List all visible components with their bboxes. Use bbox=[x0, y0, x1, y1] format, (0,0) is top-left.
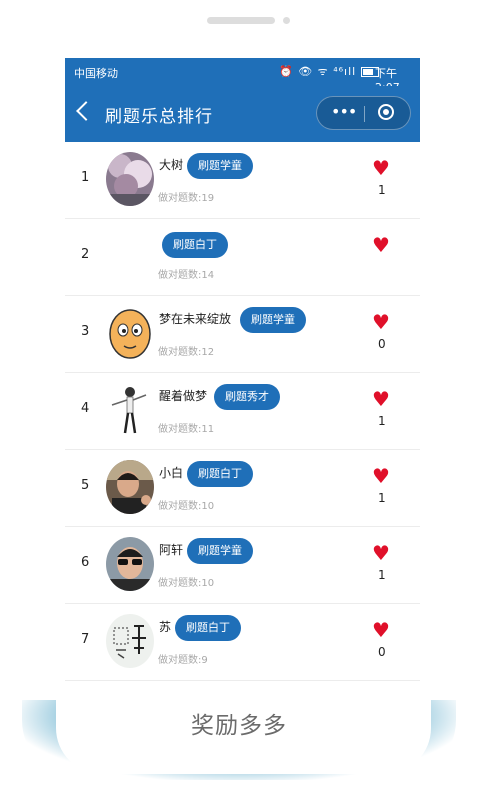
rank-badge: 刷题秀才 bbox=[214, 384, 280, 410]
like-count: 1 bbox=[378, 568, 386, 582]
rank-number: 7 bbox=[81, 632, 90, 647]
phone-camera bbox=[283, 17, 290, 24]
user-name: 阿轩 bbox=[159, 543, 184, 557]
rank-number: 4 bbox=[81, 401, 90, 416]
heart-icon[interactable]: ♥ bbox=[372, 466, 390, 486]
leaderboard-row[interactable]: 6 阿轩 刷题学童 做对题数:10 ♥ 1 bbox=[65, 527, 420, 604]
leaderboard-row[interactable]: 1 大树 刷题学童 做对题数:19 ♥ 1 bbox=[65, 142, 420, 219]
leaderboard-row[interactable]: 7 苏 刷题白丁 做对题数:9 ♥ 0 bbox=[65, 604, 420, 681]
status-bar: 中国移动 ⏰ 👁 ᯤ ⁴⁶ıll 下午2:07 bbox=[65, 58, 420, 94]
rank-number: 1 bbox=[81, 170, 90, 185]
user-name: 梦在未来绽放 bbox=[159, 312, 232, 326]
rank-badge: 刷题学童 bbox=[240, 307, 306, 333]
leaderboard-list: 1 大树 刷题学童 做对题数:19 ♥ 1 2 刷题白丁 做对题数:14 ♥ 3… bbox=[65, 142, 420, 681]
phone-speaker bbox=[207, 17, 275, 24]
correct-count: 做对题数:12 bbox=[158, 347, 215, 358]
nav-bar: 刷题乐总排行 ••• bbox=[65, 86, 420, 142]
user-name: 小白 bbox=[159, 466, 184, 480]
avatar bbox=[106, 152, 154, 206]
back-arrow-icon[interactable] bbox=[76, 101, 96, 121]
correct-count: 做对题数:9 bbox=[158, 655, 208, 666]
leaderboard-row[interactable]: 3 梦在未来绽放 刷题学童 做对题数:12 ♥ 0 bbox=[65, 296, 420, 373]
menu-capsule: ••• bbox=[316, 96, 411, 130]
capsule-divider bbox=[364, 106, 365, 122]
heart-icon[interactable]: ♥ bbox=[372, 312, 390, 332]
heart-icon[interactable]: ♥ bbox=[372, 620, 390, 640]
heart-icon[interactable]: ♥ bbox=[372, 389, 390, 409]
carrier-label: 中国移动 bbox=[74, 67, 118, 80]
avatar bbox=[106, 306, 154, 360]
like-count: 0 bbox=[378, 337, 386, 351]
correct-count: 做对题数:19 bbox=[158, 193, 215, 204]
like-count: 0 bbox=[378, 645, 386, 659]
heart-icon[interactable]: ♥ bbox=[372, 543, 390, 563]
app-screen: 中国移动 ⏰ 👁 ᯤ ⁴⁶ıll 下午2:07 刷题乐总排行 ••• 1 大树 … bbox=[65, 58, 420, 685]
user-name: 醒着做梦 bbox=[159, 389, 208, 403]
like-count: 1 bbox=[378, 414, 386, 428]
correct-count: 做对题数:10 bbox=[158, 501, 215, 512]
leaderboard-row[interactable]: 2 刷题白丁 做对题数:14 ♥ bbox=[65, 219, 420, 296]
rank-number: 5 bbox=[81, 478, 90, 493]
like-count: 1 bbox=[378, 183, 386, 197]
rank-badge: 刷题学童 bbox=[187, 538, 253, 564]
leaderboard-row[interactable]: 4 醒着做梦 刷题秀才 做对题数:11 ♥ 1 bbox=[65, 373, 420, 450]
like-count: 1 bbox=[378, 491, 386, 505]
user-name: 苏 bbox=[159, 620, 172, 634]
correct-count: 做对题数:10 bbox=[158, 578, 215, 589]
heart-icon[interactable]: ♥ bbox=[372, 235, 390, 255]
leaderboard-row[interactable]: 5 小白 刷题白丁 做对题数:10 ♥ 1 bbox=[65, 450, 420, 527]
rank-badge: 刷题白丁 bbox=[187, 461, 253, 487]
rank-number: 3 bbox=[81, 324, 90, 339]
user-name: 大树 bbox=[159, 158, 184, 172]
rank-number: 6 bbox=[81, 555, 90, 570]
heart-icon[interactable]: ♥ bbox=[372, 158, 390, 178]
correct-count: 做对题数:11 bbox=[158, 424, 215, 435]
rank-number: 2 bbox=[81, 247, 90, 262]
promo-caption: 奖励多多 bbox=[191, 713, 287, 739]
signal-icons: ⏰ 👁 ᯤ ⁴⁶ıll bbox=[279, 65, 357, 78]
avatar bbox=[106, 537, 154, 591]
avatar bbox=[106, 383, 154, 437]
status-icons: ⏰ 👁 ᯤ ⁴⁶ıll bbox=[279, 64, 379, 79]
correct-count: 做对题数:14 bbox=[158, 270, 215, 281]
close-target-icon[interactable] bbox=[378, 104, 394, 120]
rank-badge: 刷题白丁 bbox=[175, 615, 241, 641]
avatar bbox=[106, 460, 154, 514]
more-icon[interactable]: ••• bbox=[331, 104, 357, 120]
rank-badge: 刷题学童 bbox=[187, 153, 253, 179]
rank-badge: 刷题白丁 bbox=[162, 232, 228, 258]
page-title: 刷题乐总排行 bbox=[105, 107, 213, 127]
avatar bbox=[106, 614, 154, 668]
